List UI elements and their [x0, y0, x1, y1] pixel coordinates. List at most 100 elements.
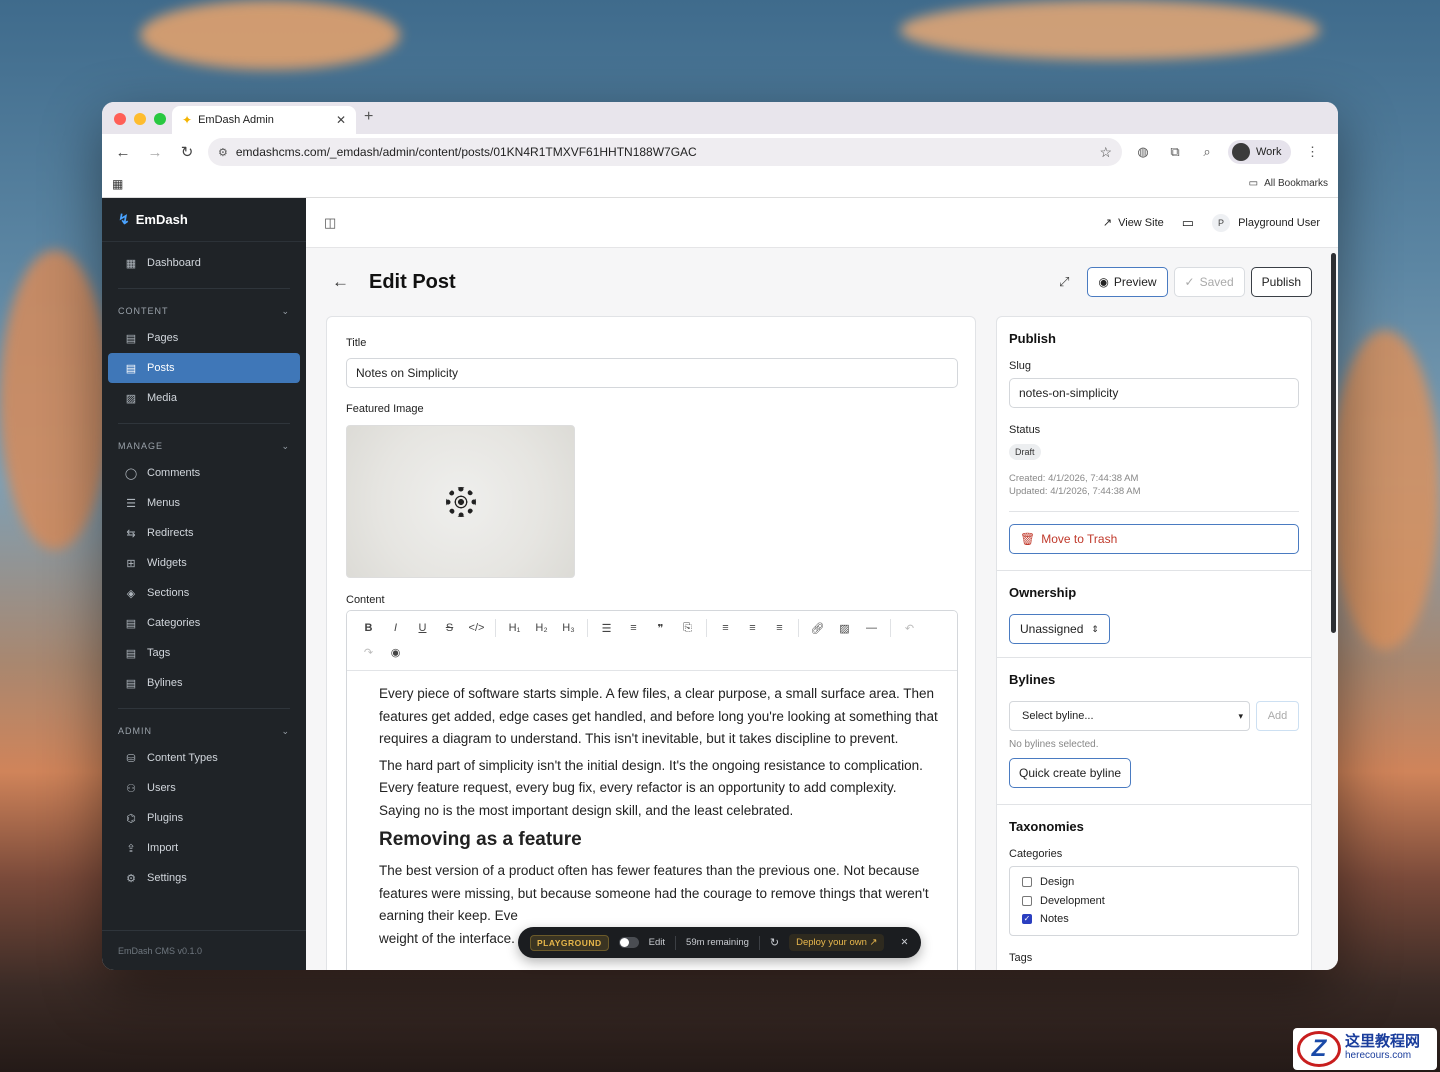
- close-window-button[interactable]: [114, 113, 126, 125]
- sidebar-item-plugins[interactable]: ⌬ Plugins: [108, 803, 300, 833]
- sidebar-item-pages[interactable]: ▤ Pages: [108, 323, 300, 353]
- italic-icon[interactable]: I: [382, 617, 409, 639]
- sidebar-item-users[interactable]: ⚇ Users: [108, 773, 300, 803]
- brand[interactable]: ↯ EmDash: [102, 198, 306, 242]
- profile-button[interactable]: Work: [1228, 140, 1292, 164]
- align-left-icon[interactable]: ≡: [712, 617, 739, 639]
- user-menu[interactable]: P Playground User: [1212, 213, 1320, 232]
- title-input[interactable]: Notes on Simplicity: [346, 358, 958, 388]
- horizontal-rule-icon[interactable]: —: [858, 617, 885, 639]
- tab-search-icon[interactable]: ⌕: [1196, 144, 1218, 160]
- refresh-icon[interactable]: ↻: [770, 936, 779, 949]
- sidebar-item-content-types[interactable]: ⛁ Content Types: [108, 743, 300, 773]
- back-button[interactable]: ←: [112, 144, 134, 161]
- featured-image[interactable]: [346, 425, 575, 578]
- sidebar-item-widgets[interactable]: ⊞ Widgets: [108, 548, 300, 578]
- category-row[interactable]: Development: [1022, 892, 1286, 911]
- strikethrough-icon[interactable]: S: [436, 617, 463, 639]
- preview-button[interactable]: ◉ Preview: [1087, 267, 1168, 297]
- featured-image-label: Featured Image: [346, 403, 424, 415]
- sidebar-item-bylines[interactable]: ▤ Bylines: [108, 668, 300, 698]
- monitor-icon[interactable]: ▭: [1182, 215, 1194, 231]
- sidebar-item-comments[interactable]: ◯ Comments: [108, 458, 300, 488]
- saved-button[interactable]: ✓ Saved: [1173, 267, 1245, 297]
- byline-select[interactable]: Select byline... ▾: [1009, 701, 1250, 731]
- align-right-icon[interactable]: ≡: [766, 617, 793, 639]
- deploy-your-own-button[interactable]: Deploy your own ↗: [789, 934, 885, 951]
- quick-create-byline-button[interactable]: Quick create byline: [1009, 758, 1132, 788]
- expand-icon[interactable]: ⤢: [1059, 274, 1069, 290]
- section-toggle-manage[interactable]: MANAGE ⌄: [102, 434, 306, 458]
- link-icon[interactable]: 🔗︎: [804, 617, 831, 639]
- quote-icon[interactable]: ❞: [647, 617, 674, 639]
- image-icon[interactable]: ▨: [831, 617, 858, 639]
- code-icon[interactable]: </>: [463, 617, 490, 639]
- minimize-window-button[interactable]: [134, 113, 146, 125]
- slug-input[interactable]: notes-on-simplicity: [1009, 378, 1299, 408]
- sidebar-toggle-icon[interactable]: ◫: [324, 215, 336, 231]
- section-heading: MANAGE: [118, 441, 164, 451]
- section-toggle-admin[interactable]: ADMIN ⌄: [102, 719, 306, 743]
- sidebar-item-label: Pages: [147, 332, 179, 344]
- sidebar-item-redirects[interactable]: ⇆ Redirects: [108, 518, 300, 548]
- status-label: Status: [1009, 424, 1041, 436]
- view-site-link[interactable]: ↗ View Site: [1103, 216, 1164, 230]
- checkbox[interactable]: [1022, 877, 1032, 888]
- preview-eye-icon[interactable]: ◉: [382, 641, 409, 663]
- bullet-list-icon[interactable]: ☰: [593, 617, 620, 639]
- checkbox[interactable]: [1022, 895, 1032, 906]
- move-to-trash-button[interactable]: 🗑︎ Move to Trash: [1009, 524, 1299, 554]
- code-block-icon[interactable]: ⎘: [674, 617, 701, 639]
- back-arrow-icon[interactable]: ←: [332, 272, 349, 292]
- scrollbar[interactable]: [1331, 253, 1336, 633]
- checkbox-checked[interactable]: ✓: [1022, 914, 1032, 925]
- align-center-icon[interactable]: ≡: [739, 617, 766, 639]
- apps-grid-icon[interactable]: ▦: [112, 177, 123, 191]
- close-icon[interactable]: ✕: [900, 937, 908, 948]
- sidebar-item-dashboard[interactable]: ▦ Dashboard: [108, 248, 300, 278]
- address-bar[interactable]: ⚙ emdashcms.com/_emdash/admin/content/po…: [208, 138, 1122, 166]
- publish-title: Publish: [1009, 331, 1056, 346]
- sidebar-item-categories[interactable]: ▤ Categories: [108, 608, 300, 638]
- ordered-list-icon[interactable]: ≡: [620, 617, 647, 639]
- category-row[interactable]: Design: [1022, 873, 1286, 892]
- close-tab-icon[interactable]: ✕: [336, 113, 346, 127]
- publish-button[interactable]: Publish: [1250, 267, 1312, 297]
- edit-toggle[interactable]: [618, 937, 639, 948]
- bookmark-star-icon[interactable]: ☆: [1099, 144, 1112, 161]
- reload-button[interactable]: ↻: [176, 143, 198, 161]
- underline-icon[interactable]: U: [409, 617, 436, 639]
- bold-icon[interactable]: B: [355, 617, 382, 639]
- ownership-select[interactable]: Unassigned ⇕: [1009, 614, 1110, 644]
- sidebar-item-media[interactable]: ▨ Media: [108, 383, 300, 413]
- widget-grid-icon: ⊞: [126, 557, 136, 570]
- eye-icon: ◉: [1098, 275, 1109, 289]
- heading3-icon[interactable]: H₃: [555, 617, 582, 639]
- menu-kebab-icon[interactable]: ⋮: [1301, 144, 1323, 160]
- forward-button[interactable]: →: [144, 144, 166, 161]
- section-toggle-content[interactable]: CONTENT ⌄: [102, 299, 306, 323]
- add-byline-button[interactable]: Add: [1256, 701, 1299, 731]
- category-row[interactable]: ✓ Notes: [1022, 910, 1286, 929]
- extensions-puzzle-icon[interactable]: ⧉: [1164, 144, 1186, 160]
- undo-icon[interactable]: ↶: [896, 617, 923, 639]
- sidebar-item-import[interactable]: ⇪ Import: [108, 833, 300, 863]
- sidebar-item-settings[interactable]: ⚙ Settings: [108, 863, 300, 893]
- heading2-icon[interactable]: H₂: [528, 617, 555, 639]
- new-tab-button[interactable]: +: [364, 108, 373, 126]
- ownership-value: Unassigned: [1020, 622, 1084, 636]
- sidebar-item-menus[interactable]: ☰ Menus: [108, 488, 300, 518]
- heading1-icon[interactable]: H₁: [501, 617, 528, 639]
- ownership-title: Ownership: [1009, 585, 1077, 600]
- editor-content[interactable]: Every piece of software starts simple. A…: [347, 671, 957, 950]
- sidebar-item-posts[interactable]: ▤ Posts: [108, 353, 300, 383]
- sidebar-item-tags[interactable]: ▤ Tags: [108, 638, 300, 668]
- maximize-window-button[interactable]: [154, 113, 166, 125]
- extension-icon[interactable]: ◍: [1132, 144, 1154, 160]
- redo-icon[interactable]: ↷: [355, 641, 382, 663]
- sidebar-item-sections[interactable]: ◈ Sections: [108, 578, 300, 608]
- all-bookmarks[interactable]: ▭ All Bookmarks: [1249, 178, 1328, 189]
- site-settings-icon[interactable]: ⚙: [218, 146, 228, 159]
- browser-tab[interactable]: ✦ EmDash Admin ✕: [172, 106, 356, 134]
- rosette-image: [445, 486, 476, 517]
